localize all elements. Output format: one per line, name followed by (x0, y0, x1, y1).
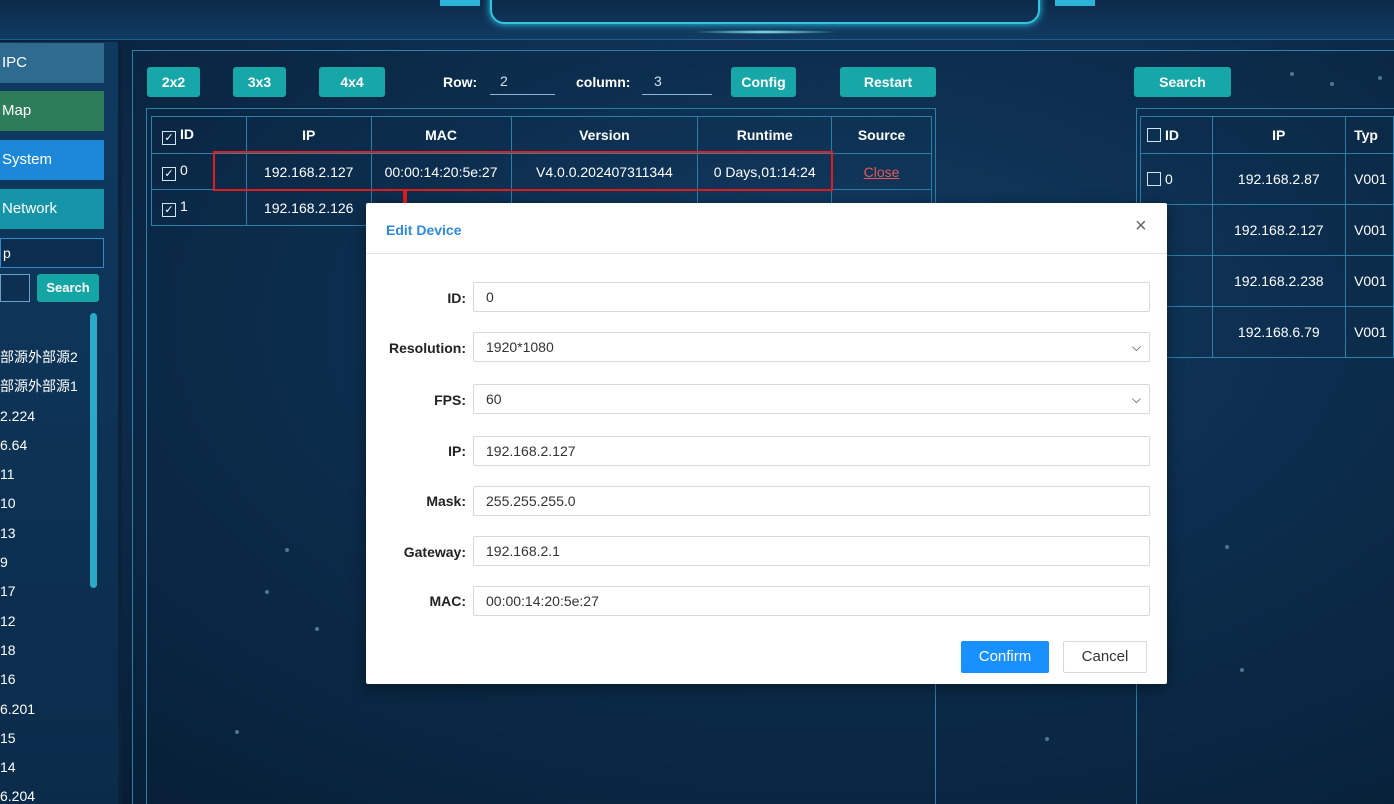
banner-ornament-right (1055, 0, 1095, 6)
restart-button[interactable]: Restart (840, 67, 936, 97)
source-list-item[interactable]: 部源外部源1 (0, 372, 100, 401)
column-header-type: Typ (1345, 116, 1394, 154)
source-list-item[interactable]: 6.204 (0, 782, 100, 804)
banner-title-frame (490, 0, 1040, 24)
dialog-divider (366, 253, 1167, 254)
mask-field[interactable]: 255.255.255.0 (473, 486, 1150, 516)
resolution-label: Resolution: (389, 340, 466, 356)
nav-system[interactable]: System (0, 140, 104, 180)
cancel-button[interactable]: Cancel (1063, 641, 1147, 673)
row-ip-cell: 192.168.2.87 (1211, 153, 1347, 205)
table-row[interactable]: 0 192.168.6.79 V001 (1140, 306, 1394, 358)
mask-label: Mask: (426, 493, 466, 509)
resolution-value: 1920*1080 (486, 339, 554, 355)
sidebar-source-list: 部源外部源2 部源外部源1 2.224 6.64 11 10 13 9 17 1… (0, 343, 100, 804)
banner-glow (690, 30, 840, 34)
select-all-checkbox[interactable] (1147, 128, 1161, 142)
source-list-item[interactable]: 18 (0, 636, 100, 665)
mac-field[interactable]: 00:00:14:20:5e:27 (473, 586, 1150, 616)
confirm-button[interactable]: Confirm (961, 641, 1049, 673)
row-id-cell: ✓ 1 (151, 189, 247, 226)
column-header-id: ✓ ID (151, 116, 247, 154)
source-list-item[interactable]: 13 (0, 519, 100, 548)
fps-value: 60 (486, 391, 502, 407)
row-label: Row: (443, 74, 478, 90)
layout-3x3-button[interactable]: 3x3 (233, 67, 286, 97)
row-input[interactable]: 2 (490, 70, 555, 95)
ip-label: IP: (448, 443, 466, 459)
banner-ornament-left (440, 0, 480, 6)
column-header-runtime: Runtime (697, 116, 833, 154)
edit-device-dialog: Edit Device × ID: 0 Resolution: 1920*108… (366, 203, 1167, 684)
close-source-link[interactable]: Close (831, 153, 932, 190)
gateway-field[interactable]: 192.168.2.1 (473, 536, 1150, 566)
row-checkbox[interactable]: ✓ (162, 167, 176, 181)
dialog-title: Edit Device (386, 222, 462, 238)
row-ip-cell: 192.168.2.127 (1211, 204, 1347, 256)
table-header-row: ✓ ID IP MAC Version Runtime Source (151, 116, 932, 154)
highlight-box (213, 151, 833, 191)
sidebar-search-input[interactable] (0, 274, 30, 302)
column-header-version: Version (510, 116, 699, 154)
source-list-item[interactable]: 6.201 (0, 695, 100, 724)
fps-label: FPS: (434, 392, 466, 408)
source-list-item[interactable]: 16 (0, 665, 100, 694)
table-row[interactable]: 0 192.168.2.87 V001 (1140, 153, 1394, 205)
nav-network[interactable]: Network (0, 189, 104, 229)
column-header-id: ID (1140, 116, 1213, 154)
chevron-down-icon: ⌵ (1131, 340, 1141, 354)
source-list-item[interactable]: 14 (0, 753, 100, 782)
source-list-item[interactable]: 12 (0, 607, 100, 636)
search-results-table: ID IP Typ 0 192.168.2.87 V001 0 192.168.… (1140, 116, 1394, 358)
search-button[interactable]: Search (1134, 67, 1231, 97)
row-type-cell: V001 (1345, 153, 1394, 205)
source-list-item[interactable]: 11 (0, 460, 100, 489)
row-type-cell: V001 (1345, 255, 1394, 307)
table-row[interactable]: 0 192.168.2.127 V001 (1140, 204, 1394, 256)
column-header-ip: IP (245, 116, 372, 154)
table-row[interactable]: 0 192.168.2.238 V001 (1140, 255, 1394, 307)
sidebar-divider (118, 42, 122, 804)
sidebar-filter-field[interactable]: p (0, 238, 104, 268)
id-label: ID: (447, 290, 466, 306)
nav-ipc[interactable]: IPC (0, 43, 104, 83)
source-list-item[interactable]: 部源外部源2 (0, 343, 100, 372)
column-header-mac: MAC (370, 116, 512, 154)
layout-2x2-button[interactable]: 2x2 (147, 67, 200, 97)
row-type-cell: V001 (1345, 306, 1394, 358)
row-ip-cell: 192.168.2.238 (1211, 255, 1347, 307)
source-list-item[interactable]: 2.224 (0, 402, 100, 431)
config-button[interactable]: Config (731, 67, 796, 97)
gateway-label: Gateway: (403, 544, 466, 560)
select-all-checkbox[interactable]: ✓ (162, 130, 176, 145)
row-checkbox[interactable] (1147, 172, 1161, 186)
table-header-row: ID IP Typ (1140, 116, 1394, 154)
id-field[interactable]: 0 (473, 282, 1150, 312)
row-ip-cell: 192.168.6.79 (1211, 306, 1347, 358)
nav-map[interactable]: Map (0, 91, 104, 131)
row-type-cell: V001 (1345, 204, 1394, 256)
column-input[interactable]: 3 (642, 70, 712, 95)
source-list-item[interactable]: 6.64 (0, 431, 100, 460)
source-list-item[interactable]: 15 (0, 724, 100, 753)
column-header-ip: IP (1211, 116, 1347, 154)
row-checkbox[interactable]: ✓ (162, 203, 176, 217)
mac-label: MAC: (429, 593, 466, 609)
row-id-cell: 0 (1140, 153, 1213, 205)
row-ip-cell: 192.168.2.126 (245, 189, 372, 226)
source-list-item[interactable]: 10 (0, 489, 100, 518)
source-list-item[interactable]: 9 (0, 548, 100, 577)
source-list-item[interactable]: 17 (0, 577, 100, 606)
close-icon[interactable]: × (1135, 215, 1147, 238)
ip-field[interactable]: 192.168.2.127 (473, 436, 1150, 466)
resolution-select[interactable]: 1920*1080 ⌵ (473, 332, 1150, 362)
fps-select[interactable]: 60 ⌵ (473, 384, 1150, 414)
column-header-source: Source (831, 116, 932, 154)
chevron-down-icon: ⌵ (1131, 392, 1141, 406)
column-label: column: (576, 74, 631, 90)
layout-4x4-button[interactable]: 4x4 (319, 67, 385, 97)
sidebar-search-button[interactable]: Search (37, 274, 99, 302)
